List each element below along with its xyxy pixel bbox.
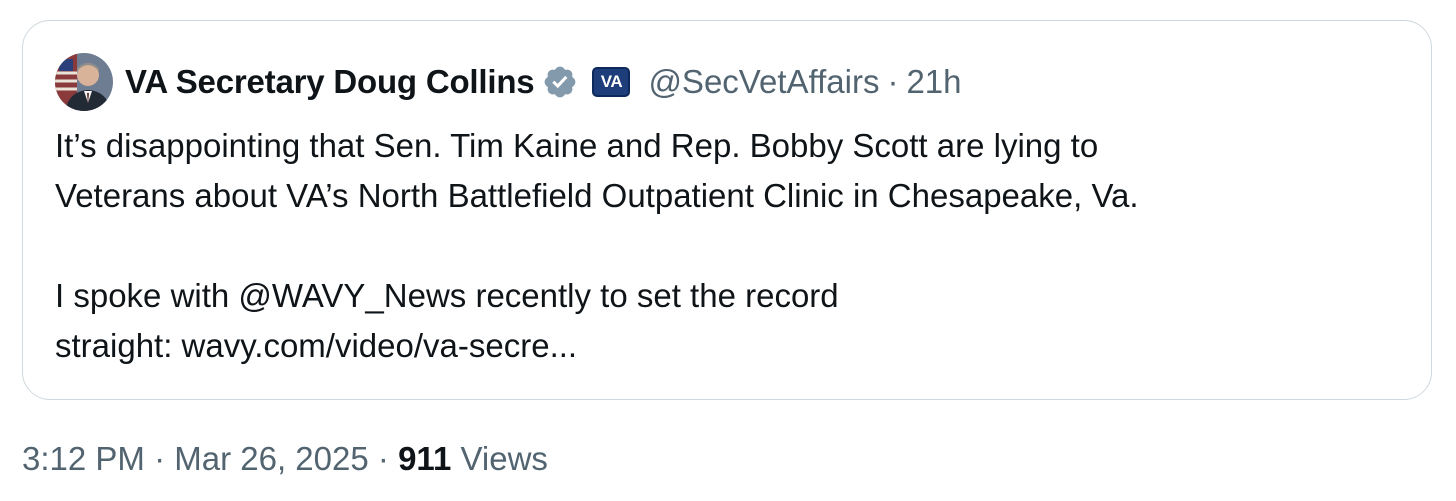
author-display-name[interactable]: VA Secretary Doug Collins (125, 63, 535, 101)
tweet-text-line: Veterans about VA’s North Battlefield Ou… (55, 177, 1139, 214)
author-handle[interactable]: @SecVetAffairs (648, 63, 879, 101)
views-label: Views (460, 440, 548, 477)
tweet-date[interactable]: Mar 26, 2025 (174, 440, 368, 477)
tweet-text-line: It’s disappointing that Sen. Tim Kaine a… (55, 127, 1099, 164)
quoted-tweet-text: It’s disappointing that Sen. Tim Kaine a… (55, 121, 1395, 371)
tweet-time-ago[interactable]: 21h (906, 63, 961, 101)
quoted-tweet-header: VA Secretary Doug Collins VA @SecVetAffa… (55, 51, 962, 113)
verified-badge-icon (542, 64, 578, 100)
tweet-time[interactable]: 3:12 PM (22, 440, 145, 477)
affiliation-badge[interactable]: VA (592, 67, 631, 97)
tweet-text-line: I spoke with @WAVY_News recently to set … (55, 277, 839, 314)
tweet-meta: 3:12 PM · Mar 26, 2025 · 911 Views (22, 440, 548, 478)
views-count: 911 (398, 440, 452, 477)
meta-separator: · (154, 440, 166, 477)
avatar-image (55, 53, 113, 111)
quoted-tweet-card[interactable]: VA Secretary Doug Collins VA @SecVetAffa… (22, 20, 1432, 400)
separator-dot: · (887, 63, 899, 100)
meta-separator: · (377, 440, 389, 477)
tweet-text-line: straight: wavy.com/video/va-secre... (55, 327, 578, 364)
author-avatar[interactable] (55, 53, 113, 111)
